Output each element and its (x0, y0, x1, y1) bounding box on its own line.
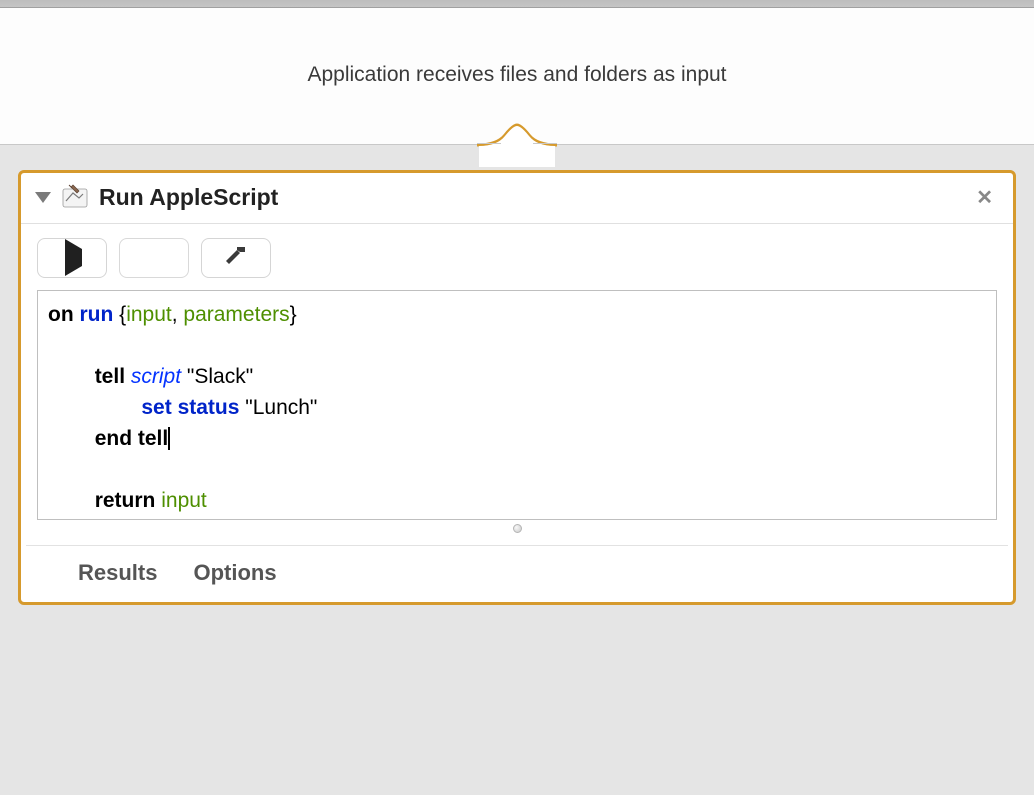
code-token: script (131, 365, 181, 388)
code-token: } (290, 303, 297, 326)
code-token: end (95, 427, 132, 450)
compile-script-button[interactable] (201, 238, 271, 278)
code-token: tell (138, 427, 170, 450)
run-applescript-action[interactable]: Run AppleScript ✕ on run {input, paramet (18, 170, 1016, 605)
workflow-canvas[interactable]: Run AppleScript ✕ on run {input, paramet (0, 145, 1034, 795)
code-token: status (178, 396, 240, 419)
action-connector-notch (477, 123, 557, 172)
code-token: , (172, 303, 184, 326)
script-editor[interactable]: on run {input, parameters} tell script "… (37, 290, 997, 520)
action-title: Run AppleScript (99, 184, 960, 211)
hammer-icon (223, 244, 249, 273)
grip-dot-icon (513, 524, 522, 533)
code-token: set (141, 396, 171, 419)
code-token: return (95, 489, 156, 512)
close-icon[interactable]: ✕ (970, 185, 999, 210)
code-token: { (113, 303, 126, 326)
workflow-input-label: Application receives files and folders a… (0, 63, 1034, 87)
code-token: "Lunch" (245, 396, 317, 419)
code-token: run (80, 303, 114, 326)
code-token: "Slack" (187, 365, 253, 388)
script-toolbar (21, 224, 1013, 290)
action-header: Run AppleScript ✕ (21, 173, 1013, 224)
resize-handle[interactable] (21, 520, 1013, 539)
disclosure-triangle-icon[interactable] (35, 192, 51, 203)
action-footer: Results Options (26, 545, 1008, 602)
script-source[interactable]: on run {input, parameters} tell script "… (38, 291, 996, 520)
code-token: input (126, 303, 172, 326)
applescript-icon (61, 183, 89, 211)
results-tab[interactable]: Results (78, 560, 157, 586)
code-token: input (161, 489, 207, 512)
code-token: parameters (183, 303, 289, 326)
window-titlebar-sliver (0, 0, 1034, 8)
code-token: tell (95, 365, 125, 388)
stop-script-button[interactable] (119, 238, 189, 278)
play-icon (62, 249, 82, 267)
code-token: on (48, 303, 74, 326)
options-tab[interactable]: Options (193, 560, 276, 586)
run-script-button[interactable] (37, 238, 107, 278)
